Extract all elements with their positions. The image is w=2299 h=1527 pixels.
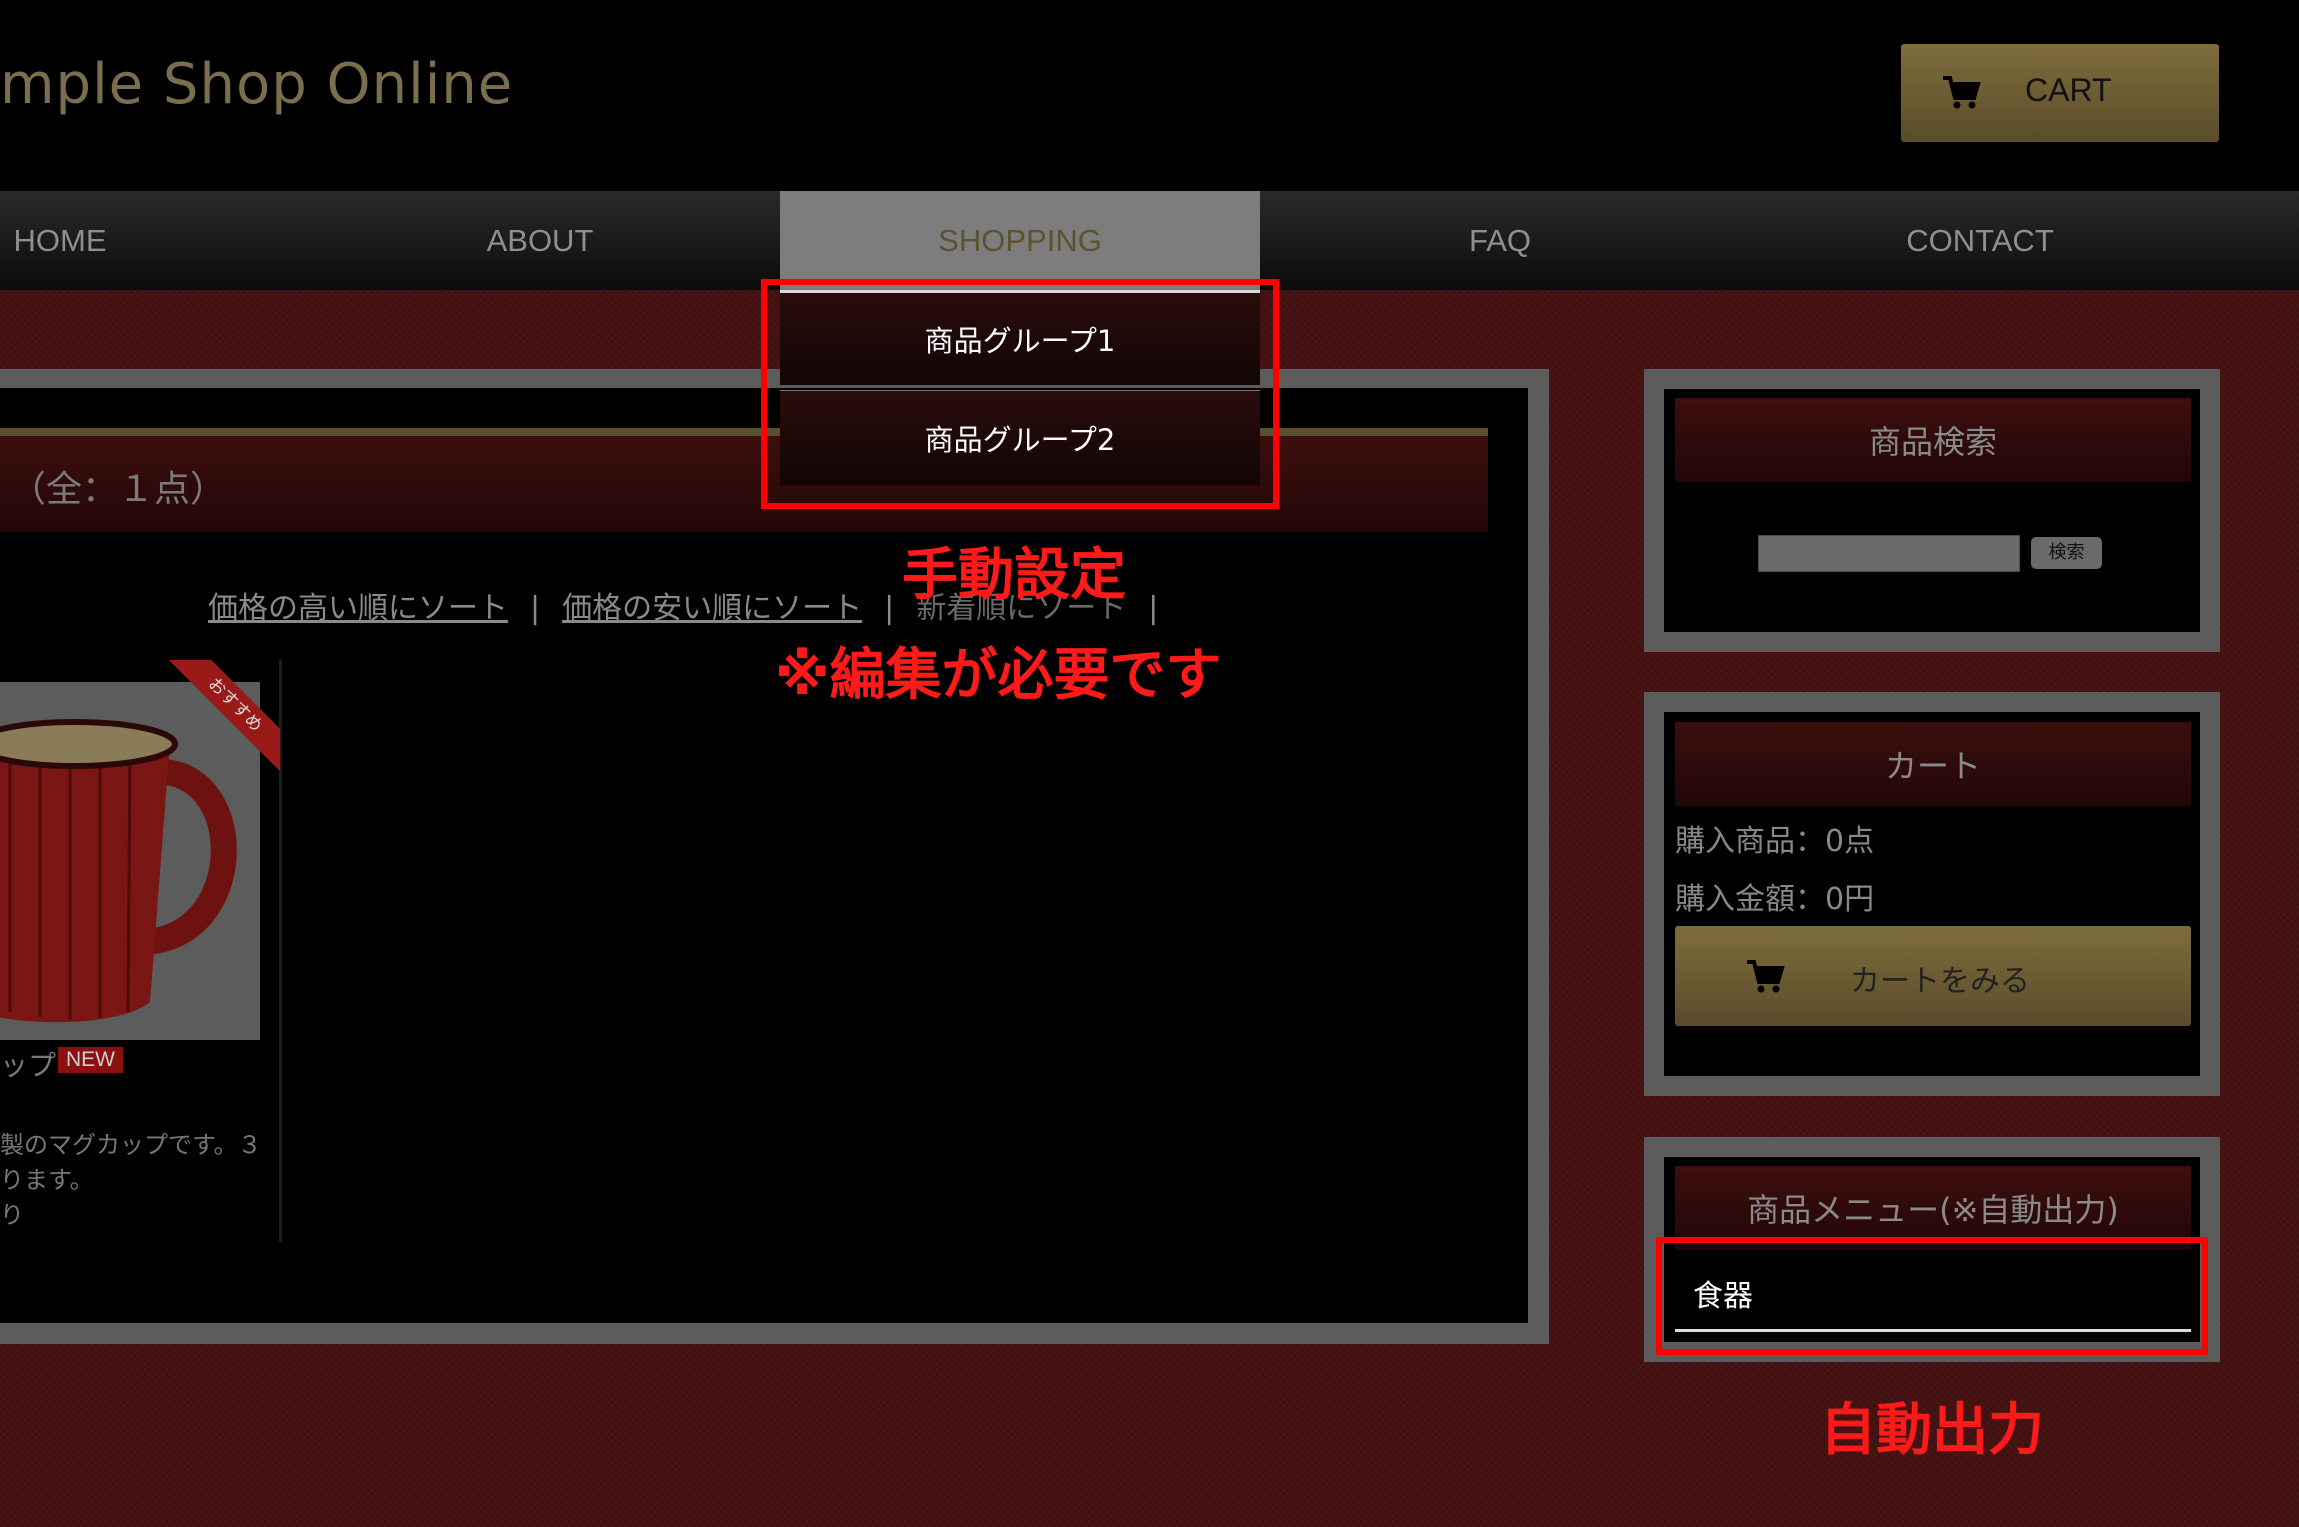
sort-price-low-link[interactable]: 価格の安い順にソート: [562, 591, 862, 626]
main-nav: HOME ABOUT SHOPPING FAQ CONTACT: [0, 191, 2299, 290]
cart-widget-title: カート: [1675, 722, 2191, 806]
cart-item-count: 購入商品：0点: [1675, 824, 1875, 859]
cart-amount: 購入金額：0円: [1675, 882, 1875, 917]
manual-setting-annotation: 手動設定: [902, 543, 1126, 608]
view-cart-label: カートをみる: [1850, 964, 2030, 999]
sort-separator: |: [884, 591, 895, 626]
search-button[interactable]: 検索: [2031, 537, 2102, 569]
cart-label: CART: [2025, 72, 2112, 108]
search-input[interactable]: [1758, 535, 2020, 572]
recommend-ribbon-label: おすすめ: [164, 660, 280, 776]
product-name[interactable]: ップ: [0, 1044, 56, 1084]
product-count: （全：１点）: [10, 469, 227, 510]
nav-contact[interactable]: CONTACT: [1740, 191, 2220, 290]
search-widget-title: 商品検索: [1675, 398, 2191, 482]
sort-separator: |: [1148, 591, 1159, 626]
manual-setting-highlight: [761, 279, 1279, 509]
nav-home[interactable]: HOME: [0, 191, 300, 290]
new-badge: NEW: [58, 1047, 123, 1073]
view-cart-button[interactable]: カートをみる: [1675, 926, 2191, 1026]
edit-required-annotation: ※編集が必要です: [775, 643, 1222, 708]
shop-title[interactable]: mple Shop Online: [0, 52, 513, 117]
cart-icon: [1943, 76, 1981, 109]
nav-shopping[interactable]: SHOPPING: [780, 191, 1260, 290]
nav-about[interactable]: ABOUT: [300, 191, 780, 290]
auto-output-highlight: [1656, 1237, 2208, 1355]
sort-price-high-link[interactable]: 価格の高い順にソート: [208, 591, 508, 626]
auto-output-annotation: 自動出力: [1820, 1398, 2044, 1463]
sort-separator: |: [530, 591, 541, 626]
cart-icon: [1747, 960, 1785, 993]
cart-button[interactable]: CART: [1901, 44, 2219, 142]
product-description: 製のマグカップです。３ ります。 り: [0, 1131, 262, 1229]
recommend-ribbon: おすすめ: [160, 660, 280, 780]
nav-faq[interactable]: FAQ: [1260, 191, 1740, 290]
